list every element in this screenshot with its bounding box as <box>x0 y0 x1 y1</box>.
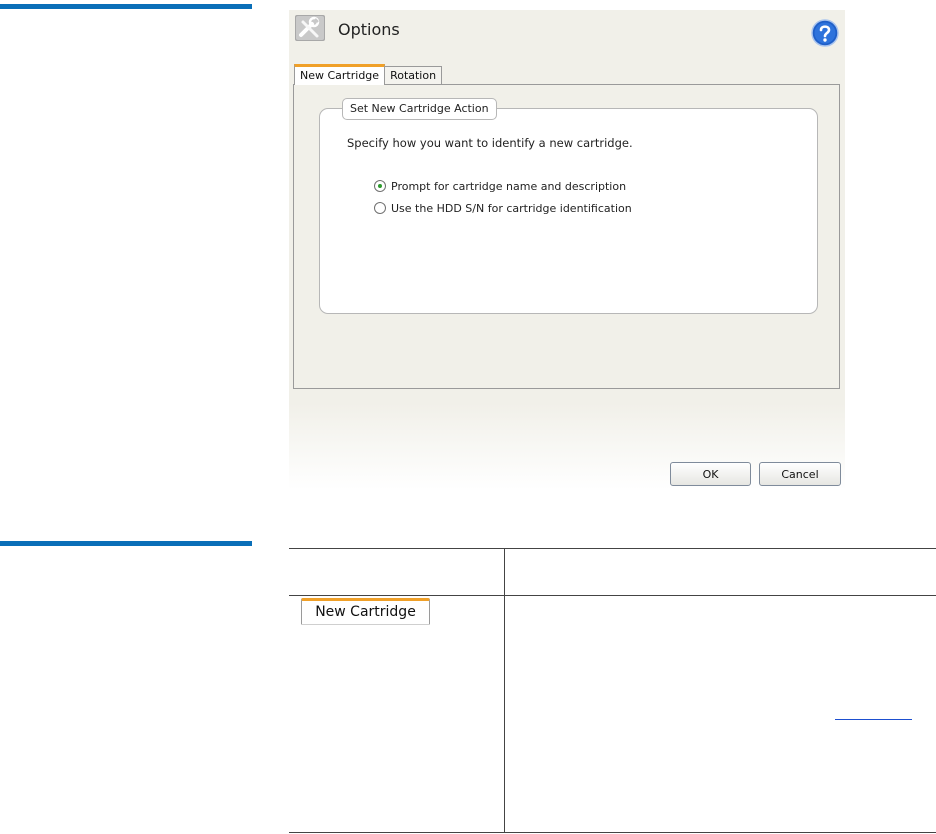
page: Options New Cartridge Rotation Set New C… <box>0 0 936 834</box>
option-prompt-label: Prompt for cartridge name and descriptio… <box>391 179 627 193</box>
option-use-hdd-serial[interactable]: Use the HDD S/N for cartridge identifica… <box>374 200 632 216</box>
dialog-title: Options <box>338 20 400 39</box>
tab-new-cartridge[interactable]: New Cartridge <box>294 64 386 85</box>
section-rule-top <box>0 4 252 9</box>
link-underline[interactable] <box>835 719 912 720</box>
option-hdd-label: Use the HDD S/N for cartridge identifica… <box>391 201 632 215</box>
options-dialog: Options New Cartridge Rotation Set New C… <box>289 10 845 490</box>
instruction-text: Specify how you want to identify a new c… <box>347 136 633 150</box>
table-column-divider <box>504 548 505 833</box>
ok-button[interactable]: OK <box>670 462 751 486</box>
table-top-rule <box>289 548 936 549</box>
table-tab-underline <box>301 624 430 625</box>
table-header-rule <box>289 595 936 596</box>
section-rule-middle <box>0 541 252 546</box>
tab-panel: Set New Cartridge Action Specify how you… <box>293 84 840 389</box>
table-bottom-rule <box>289 832 936 833</box>
tab-rotation[interactable]: Rotation <box>385 66 443 84</box>
group-legend: Set New Cartridge Action <box>342 98 497 120</box>
tools-icon <box>295 15 325 41</box>
radio-unchecked-icon[interactable] <box>374 202 386 214</box>
tab-strip: New Cartridge Rotation <box>294 64 443 85</box>
help-icon[interactable] <box>811 19 839 47</box>
table-new-cartridge-tab-image: New Cartridge <box>301 598 430 624</box>
dialog-header: Options <box>289 10 845 52</box>
option-prompt-name[interactable]: Prompt for cartridge name and descriptio… <box>374 178 626 194</box>
cancel-button[interactable]: Cancel <box>759 462 841 486</box>
radio-checked-icon[interactable] <box>374 180 386 192</box>
new-cartridge-action-group: Set New Cartridge Action Specify how you… <box>319 98 818 314</box>
